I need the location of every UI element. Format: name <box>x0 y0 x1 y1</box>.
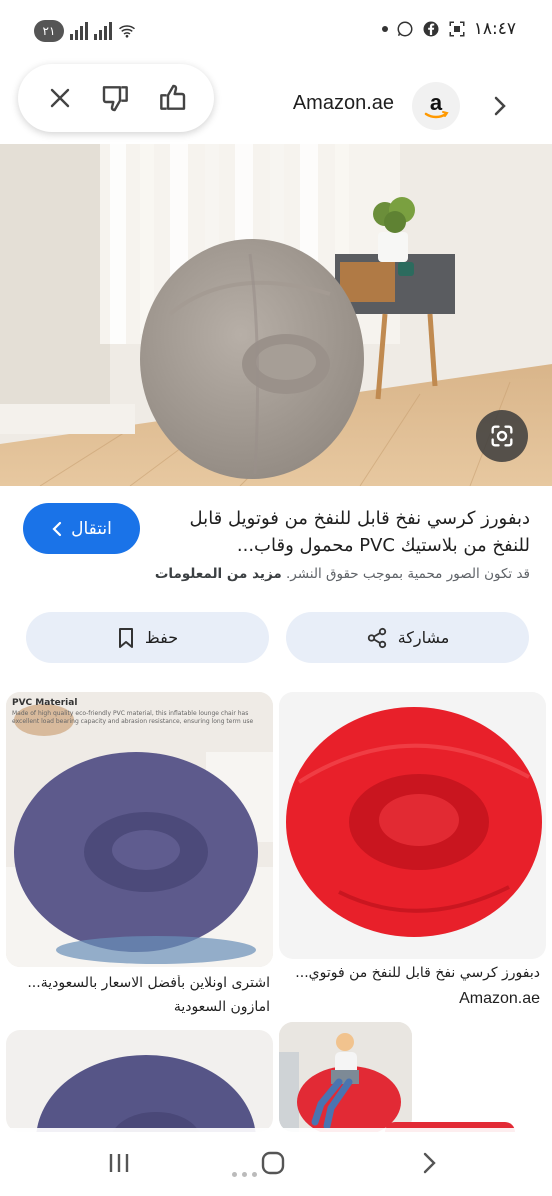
amazon-logo-mark: a <box>424 90 449 119</box>
save-button[interactable]: حفظ <box>26 612 269 663</box>
back-button[interactable] <box>411 1148 447 1178</box>
status-bar: ٢١ ١٨:٤٧ <box>0 0 552 62</box>
google-lens-button[interactable] <box>476 410 528 462</box>
copyright-text: قد تكون الصور محمية بموجب حقوق النشر. <box>286 566 530 582</box>
bookmark-icon <box>118 627 133 648</box>
share-label: مشاركة <box>397 628 450 647</box>
close-icon <box>50 88 70 108</box>
copyright-notice: قد تكون الصور محمية بموجب حقوق النشر. مز… <box>10 566 530 582</box>
hero-illustration <box>0 144 552 486</box>
feedback-pill <box>18 64 214 132</box>
page-indicator <box>232 1172 257 1177</box>
overlay-title: PVC Material <box>12 698 78 708</box>
share-button[interactable]: مشاركة <box>286 612 529 663</box>
related-image-card[interactable]: PVC Material Made of high quality eco-fr… <box>6 692 273 967</box>
overlay-text: Made of high quality eco-friendly PVC ma… <box>12 710 254 725</box>
close-button[interactable] <box>40 78 80 118</box>
home-button[interactable] <box>255 1148 291 1178</box>
whatsapp-icon <box>397 21 413 37</box>
red-bean-bag-image <box>286 707 542 937</box>
card-source: امازون السعودية <box>173 999 270 1015</box>
signal-icon <box>94 22 112 40</box>
google-lens-icon <box>491 425 513 447</box>
status-left: ٢١ <box>34 20 136 42</box>
result-header: Amazon.ae a <box>0 62 552 144</box>
related-image-card[interactable] <box>279 692 546 959</box>
recent-apps-button[interactable] <box>101 1148 137 1178</box>
purple-bean-bag-image <box>36 1055 256 1132</box>
system-nav-bar <box>0 1128 552 1196</box>
person-chair-image <box>279 1022 412 1132</box>
hero-image[interactable] <box>0 144 552 486</box>
screenshot-icon <box>449 21 465 37</box>
visit-button[interactable]: انتقال <box>23 503 140 554</box>
recent-apps-icon <box>109 1154 129 1172</box>
notification-count-badge: ٢١ <box>34 20 64 42</box>
thumbs-down-button[interactable] <box>96 78 136 118</box>
thumbs-up-icon <box>160 84 186 110</box>
notification-dot-icon <box>381 26 388 32</box>
back-icon <box>423 1152 436 1174</box>
card-caption[interactable]: دبفورز كرسي نفخ قابل للنفخ من فوتوي... <box>276 965 540 981</box>
chevron-left-icon <box>52 521 62 536</box>
related-image-card[interactable] <box>6 1030 273 1132</box>
amazon-logo-letter: a <box>430 90 443 115</box>
signal-icon <box>70 22 88 40</box>
visit-label: انتقال <box>71 518 112 539</box>
facebook-icon <box>423 21 439 37</box>
thumbs-up-button[interactable] <box>152 78 192 118</box>
home-icon <box>261 1151 285 1175</box>
result-title[interactable]: دبفورز كرسي نفخ قابل للنفخ من فوتويل قاب… <box>180 505 530 559</box>
related-image-card[interactable] <box>279 1022 412 1132</box>
card-caption[interactable]: اشترى اونلاين بأفضل الاسعار بالسعودية... <box>6 975 270 991</box>
wifi-icon <box>118 25 136 38</box>
save-label: حفظ <box>144 628 179 647</box>
thumbs-down-icon <box>102 86 128 112</box>
more-info-link[interactable]: مزيد من المعلومات <box>155 566 282 582</box>
card-source: Amazon.ae <box>459 990 540 1007</box>
share-icon <box>367 627 386 648</box>
amazon-logo[interactable]: a <box>412 82 460 130</box>
chevron-right-icon[interactable] <box>490 94 510 118</box>
site-name[interactable]: Amazon.ae <box>293 92 394 115</box>
status-right: ١٨:٤٧ <box>381 19 516 39</box>
clock: ١٨:٤٧ <box>473 19 516 39</box>
